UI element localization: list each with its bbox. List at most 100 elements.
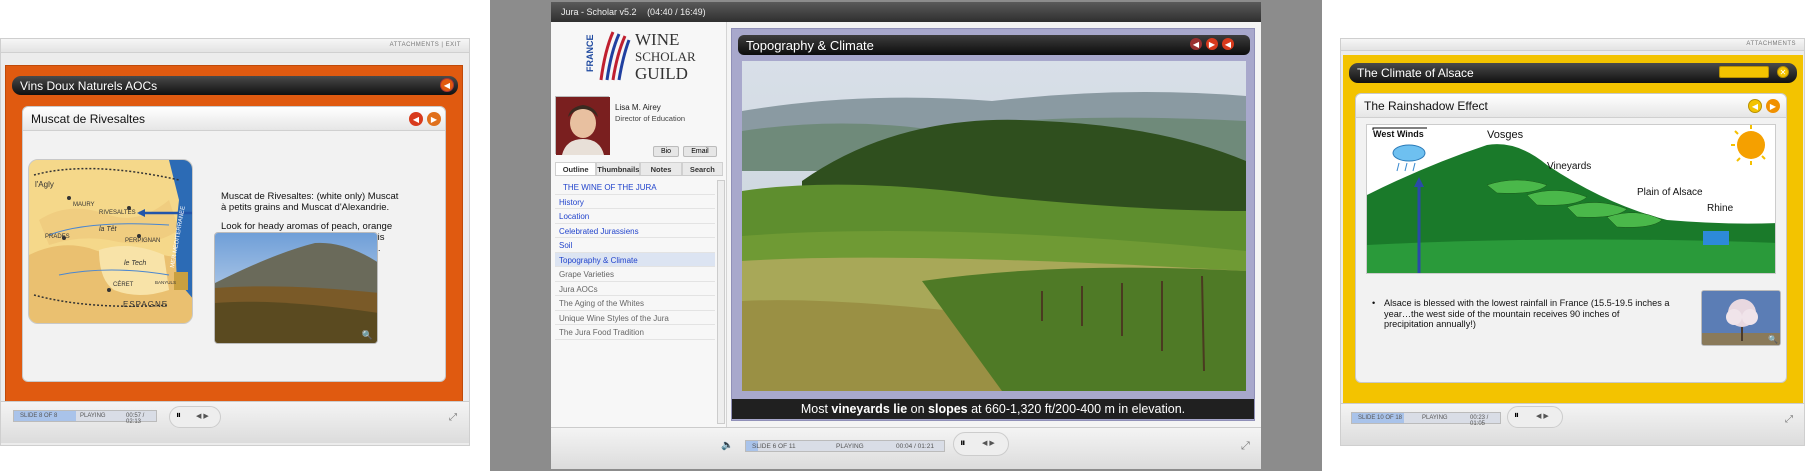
map-label-espagne: ESPAGNE [123,300,169,309]
right-next-icon[interactable]: ▶ [1766,99,1780,113]
right-status-text: PLAYING [1422,415,1448,421]
presenter-role: Director of Education [615,114,686,123]
zoom-icon[interactable]: 🔍 [362,330,373,341]
tab-thumbnails[interactable]: Thumbnails [596,162,641,175]
label-vineyards: Vineyards [1547,161,1592,172]
outline-item-aging-whites[interactable]: The Aging of the Whites [555,296,715,311]
left-controls: ⏸ ◀ ▶ [169,406,221,428]
left-next-icon[interactable]: ▶ [427,112,441,126]
rainshadow-diagram: West Winds Vosges Vineyards Plain of Als… [1366,124,1776,274]
outline-item-food-tradition[interactable]: The Jura Food Tradition [555,325,715,340]
left-close-icon[interactable]: ◀ [440,78,454,92]
outline-item-jura-aocs[interactable]: Jura AOCs [555,282,715,296]
bio-button[interactable]: Bio [653,146,679,157]
right-prev-icon[interactable]: ◀ [1748,99,1762,113]
center-sidebar: FRANCE WINE SCHOLAR GUILD Lisa M. Airey … [551,22,727,427]
logo-guild: GUILD [635,64,688,83]
caption-bold-1: vineyards lie [831,402,908,416]
center-back-icon[interactable]: ◀ [1222,38,1234,50]
left-top-bar: ATTACHMENTS | EXIT [1,39,469,53]
label-vosges: Vosges [1487,129,1524,141]
logo-wine: WINE [635,30,680,49]
outline-scrollbar[interactable] [717,180,725,424]
center-slide-counter: SLIDE 6 OF 11 [752,443,796,450]
roussillon-map: l'Agly MAURY RIVESALTES la Têt PRADES PE… [28,159,193,324]
map-label-banyuls: BANYULS [155,280,177,285]
right-status-bar: SLIDE 10 OF 18 PLAYING 00:23 / 01:05 [1351,412,1501,427]
caption-mid: on [907,402,929,416]
outline-item-grape-varieties[interactable]: Grape Varieties [555,267,715,282]
outline-item-soil[interactable]: Soil [555,238,715,253]
right-pause-icon[interactable]: ⏸ [1514,410,1519,421]
jura-vineyard-photo [742,61,1246,391]
right-slide-counter: SLIDE 10 OF 18 [1358,415,1403,421]
right-controls: ⏸ ◀ ▶ [1507,406,1563,428]
outline-item-topography-climate[interactable]: Topography & Climate [555,252,715,267]
volume-icon[interactable]: 🔈 [721,440,733,451]
center-controls: ⏸ ◀ ▶ [953,432,1009,456]
outline-item-celebrated-jurassiens[interactable]: Celebrated Jurassiens [555,224,715,238]
wine-scholar-guild-logo: FRANCE WINE SCHOLAR GUILD [585,28,715,86]
map-label-ceret: CÉRET [113,282,134,288]
left-pause-icon[interactable]: ⏸ [176,410,181,421]
left-player: ATTACHMENTS | EXIT Vins Doux Naturels AO… [0,38,470,446]
caption-post: at 660-1,320 ft/200-400 m in elevation. [967,402,1186,416]
rivesaltes-photo: 🔍 [214,232,378,344]
left-paragraph-1: Muscat de Rivesaltes: (white only) Musca… [221,191,399,213]
left-playbar: SLIDE 8 OF 8 PLAYING 00:57 / 02:13 ⏸ ◀ ▶… [1,401,469,443]
label-plain-of-alsace: Plain of Alsace [1637,187,1703,198]
right-top-bar: ATTACHMENTS [1341,39,1804,51]
left-seek-icon[interactable]: ◀ ▶ [196,412,209,420]
left-prev-icon[interactable]: ◀ [409,112,423,126]
outline-item-location[interactable]: Location [555,209,715,224]
center-caption: Most vineyards lie on slopes at 660-1,32… [732,399,1254,419]
map-label-rivesaltes: RIVESALTES [99,210,136,216]
outline-item-unique-styles[interactable]: Unique Wine Styles of the Jura [555,311,715,325]
tab-outline[interactable]: Outline [555,162,597,175]
right-slide: The Climate of Alsace ✕ The Rainshadow E… [1343,55,1803,405]
center-app-header: Jura - Scholar v5.2 (04:40 / 16:49) [551,2,1261,22]
tab-notes[interactable]: Notes [640,162,682,175]
map-label-prades: PRADES [45,234,70,240]
right-zoom-icon[interactable]: 🔍 [1768,335,1778,344]
sidebar-tabs: Outline Thumbnails Notes Search [555,162,723,176]
label-west-winds: West Winds [1373,129,1424,139]
caption-pre: Most [800,402,832,416]
right-close-icon[interactable]: ✕ [1777,66,1789,78]
center-player: Jura - Scholar v5.2 (04:40 / 16:49) FRAN… [551,2,1261,469]
center-pause-icon[interactable]: ⏸ [960,437,966,450]
left-status-bar: SLIDE 8 OF 8 PLAYING 00:57 / 02:13 [13,410,157,425]
right-fullscreen-icon[interactable]: ⤢ [1785,414,1793,425]
center-time: 00:04 / 01:21 [896,443,934,450]
right-player: ATTACHMENTS The Climate of Alsace ✕ The … [1340,38,1805,446]
map-label-tech: le Tech [124,260,147,267]
center-fullscreen-icon[interactable]: ⤢ [1241,440,1250,453]
outline-header[interactable]: THE WINE OF THE JURA [555,180,715,195]
right-time: 00:23 / 01:05 [1470,415,1489,427]
left-top-links[interactable]: ATTACHMENTS | EXIT [390,42,461,48]
right-bullet: Alsace is blessed with the lowest rainfa… [1370,298,1670,330]
right-seek-icon[interactable]: ◀ ▶ [1536,412,1549,420]
outline-list: THE WINE OF THE JURA History Location Ce… [555,180,715,340]
presenter-avatar [555,96,610,155]
center-slide-title: Topography & Climate [738,35,1250,55]
center-status-bar: SLIDE 6 OF 11 PLAYING 00:04 / 01:21 [745,440,945,452]
center-next-icon[interactable]: ▶ [1206,38,1218,50]
right-top-links[interactable]: ATTACHMENTS [1746,41,1796,47]
center-prev-icon[interactable]: ◀ [1190,38,1202,50]
center-app-time: (04:40 / 16:49) [647,7,706,17]
label-rhine: Rhine [1707,203,1734,214]
email-button[interactable]: Email [683,146,717,157]
map-label-agly: l'Agly [35,180,54,189]
map-label-perpignan: PERPIGNAN [125,238,161,244]
left-time: 00:57 / 02:13 [126,413,145,425]
blossom-tree-thumbnail[interactable]: 🔍 [1701,290,1781,346]
right-menu-button[interactable] [1719,66,1769,78]
center-seek-icon[interactable]: ◀ ▶ [982,439,995,447]
center-app-title: Jura - Scholar v5.2 [561,7,637,17]
outline-item-history[interactable]: History [555,195,715,209]
right-content-panel: The Rainshadow Effect ◀ ▶ West Winds Vos… [1355,93,1787,383]
left-fullscreen-icon[interactable]: ⤢ [449,412,457,423]
left-panel-title: Muscat de Rivesaltes [23,107,445,131]
tab-search[interactable]: Search [681,162,723,175]
